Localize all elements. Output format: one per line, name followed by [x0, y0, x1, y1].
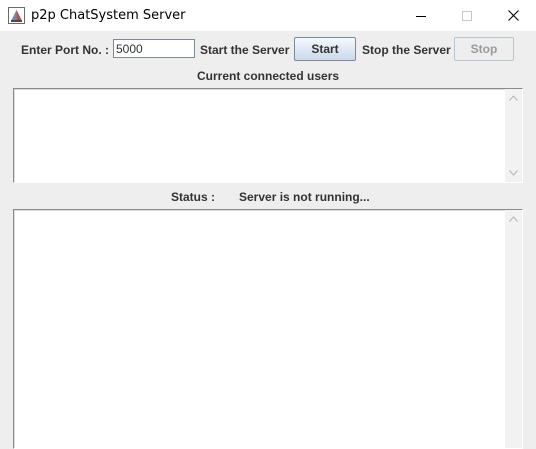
start-button[interactable]: Start	[294, 37, 356, 61]
port-input[interactable]	[113, 39, 195, 58]
log-scrollbar[interactable]	[505, 210, 522, 448]
window-title: p2p ChatSystem Server	[31, 8, 186, 23]
stop-button: Stop	[454, 37, 514, 61]
stop-server-label: Stop the Server	[362, 43, 451, 57]
close-icon	[507, 10, 519, 21]
port-label: Enter Port No. :	[21, 43, 110, 57]
java-app-icon	[8, 7, 25, 24]
close-button[interactable]	[490, 0, 536, 31]
title-bar[interactable]: p2p ChatSystem Server	[0, 0, 536, 31]
minimize-button[interactable]	[398, 0, 444, 31]
maximize-icon	[462, 10, 472, 21]
connected-users-heading: Current connected users	[197, 69, 340, 83]
status-value: Server is not running...	[239, 190, 370, 204]
scroll-up-icon[interactable]	[509, 95, 518, 101]
scroll-down-icon[interactable]	[509, 170, 518, 176]
status-label: Status :	[171, 190, 216, 204]
connected-users-list[interactable]	[13, 88, 523, 183]
minimize-icon	[416, 15, 426, 17]
maximize-button[interactable]	[444, 0, 490, 31]
server-panel: Enter Port No. : Start the Server Start …	[0, 31, 536, 449]
start-server-label: Start the Server	[200, 43, 290, 57]
status-log-area[interactable]	[13, 209, 523, 449]
users-scrollbar[interactable]	[505, 89, 522, 182]
scroll-up-icon[interactable]	[509, 216, 518, 222]
